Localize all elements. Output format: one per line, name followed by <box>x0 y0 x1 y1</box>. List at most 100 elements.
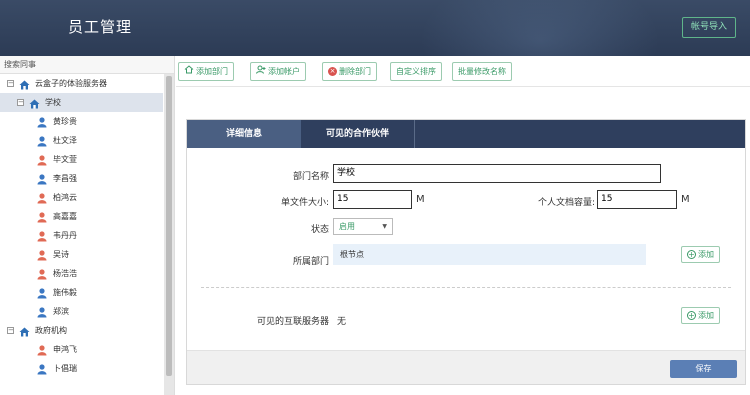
tab-details[interactable]: 详细信息 <box>187 120 301 148</box>
user-icon <box>37 192 47 204</box>
tree-node-person[interactable]: 施伟毅 <box>0 283 163 302</box>
tree-node-person[interactable]: 毕文萱 <box>0 150 163 169</box>
tree-node-label: 郑滨 <box>53 307 69 316</box>
tree-node-label: 李昌强 <box>53 174 77 183</box>
user-icon <box>37 211 47 223</box>
header-decoration <box>420 0 660 56</box>
add-server-button[interactable]: + 添加 <box>681 307 720 324</box>
user-icon <box>37 230 47 242</box>
custom-sort-button[interactable]: 自定义排序 <box>390 62 442 81</box>
colleague-search-field[interactable]: 搜索同事 <box>0 56 174 74</box>
tree-node-label: 毕文萱 <box>53 155 77 164</box>
user-icon <box>37 135 47 147</box>
tree-node-group[interactable]: − 云盒子的体验服务器 <box>0 74 163 93</box>
user-icon <box>37 154 47 166</box>
user-icon <box>37 116 47 128</box>
tree-node-person[interactable]: 黄珍贵 <box>0 112 163 131</box>
tree-node-label: 学校 <box>45 98 61 107</box>
save-button[interactable]: 保存 <box>670 360 737 378</box>
delete-icon: × <box>328 67 337 76</box>
add-account-button[interactable]: 添加帐户 <box>250 62 306 81</box>
tree-node-person[interactable]: 柏鸿云 <box>0 188 163 207</box>
house-icon <box>29 97 40 109</box>
tree-node-person[interactable]: 韦丹丹 <box>0 226 163 245</box>
sidebar: 搜索同事 − 云盒子的体验服务器 − 学校黄珍贵杜文泽毕文萱李昌强柏鸿云高嘉嘉韦丹丹吴… <box>0 56 175 395</box>
chevron-down-icon: ▼ <box>382 223 387 230</box>
page-title: 员工管理 <box>68 18 133 36</box>
tree-node-label: 杜文泽 <box>53 136 77 145</box>
add-account-label: 添加帐户 <box>268 67 300 76</box>
detail-panel: 详细信息 可见的合作伙伴 部门名称 学校 单文件大小: 15 M 个人文档容量:… <box>186 119 746 385</box>
panel-footer: 保存 <box>187 350 745 384</box>
delete-department-button[interactable]: × 删除部门 <box>322 62 377 81</box>
delete-department-label: 删除部门 <box>339 67 371 76</box>
tree-node-person[interactable]: 申鸿飞 <box>0 340 163 359</box>
collapse-toggle-icon[interactable]: − <box>17 99 24 106</box>
tree-node-person[interactable]: 卜倡瑞 <box>0 359 163 378</box>
quota-label: 个人文档容量: <box>537 198 595 208</box>
tree-node-person[interactable]: 高嘉嘉 <box>0 207 163 226</box>
tree-node-person[interactable]: 杨浩浩 <box>0 264 163 283</box>
tree-node-group[interactable]: − 学校 <box>0 93 163 112</box>
tree-node-person[interactable]: 李昌强 <box>0 169 163 188</box>
add-department-label: 添加部门 <box>196 67 228 76</box>
tree-node-label: 高嘉嘉 <box>53 212 77 221</box>
house-icon <box>19 325 30 337</box>
user-icon <box>37 306 47 318</box>
status-label: 状态 <box>310 225 329 235</box>
user-icon <box>37 268 47 280</box>
user-add-icon <box>256 63 266 80</box>
tree-node-label: 政府机构 <box>35 326 67 335</box>
user-icon <box>37 173 47 185</box>
parent-dept-field[interactable]: 根节点 <box>333 244 646 265</box>
collapse-toggle-icon[interactable]: − <box>7 80 14 87</box>
plus-icon: + <box>687 311 696 320</box>
panel-tabs: 详细信息 可见的合作伙伴 <box>187 120 745 148</box>
servers-value: 无 <box>337 317 347 327</box>
user-icon <box>37 287 47 299</box>
org-tree: − 云盒子的体验服务器 − 学校黄珍贵杜文泽毕文萱李昌强柏鸿云高嘉嘉韦丹丹吴诗杨浩浩施… <box>0 74 163 378</box>
file-size-label: 单文件大小: <box>280 198 329 208</box>
collapse-toggle-icon[interactable]: − <box>7 327 14 334</box>
status-value: 启用 <box>339 222 355 231</box>
toolbar-divider <box>176 86 750 87</box>
tree-node-label: 施伟毅 <box>53 288 77 297</box>
tree-node-person[interactable]: 郑滨 <box>0 302 163 321</box>
scroll-thumb[interactable] <box>166 76 172 376</box>
section-divider <box>201 287 731 288</box>
servers-label: 可见的互联服务器 <box>256 317 329 327</box>
tree-node-label: 吴诗 <box>53 250 69 259</box>
user-icon <box>37 344 47 356</box>
quota-input[interactable]: 15 <box>597 190 677 209</box>
tree-node-label: 杨浩浩 <box>53 269 77 278</box>
user-icon <box>37 249 47 261</box>
add-server-label: 添加 <box>698 311 714 320</box>
tree-node-person[interactable]: 杜文泽 <box>0 131 163 150</box>
user-icon <box>37 363 47 375</box>
home-icon <box>184 63 194 80</box>
tab-partners[interactable]: 可见的合作伙伴 <box>301 120 415 148</box>
app-header: 员工管理 帐号导入 <box>0 0 750 56</box>
tree-node-label: 韦丹丹 <box>53 231 77 240</box>
tree-node-label: 柏鸿云 <box>53 193 77 202</box>
file-size-input[interactable]: 15 <box>333 190 412 209</box>
tree-node-person[interactable]: 吴诗 <box>0 245 163 264</box>
sidebar-scrollbar[interactable] <box>164 74 174 395</box>
tree-node-label: 申鸿飞 <box>53 345 77 354</box>
add-department-button[interactable]: 添加部门 <box>178 62 234 81</box>
tree-node-label: 云盒子的体验服务器 <box>35 79 107 88</box>
dept-name-input[interactable]: 学校 <box>333 164 661 183</box>
tree-node-label: 卜倡瑞 <box>53 364 77 373</box>
tree-node-group[interactable]: − 政府机构 <box>0 321 163 340</box>
account-import-button[interactable]: 帐号导入 <box>681 17 736 38</box>
status-select[interactable]: 启用 ▼ <box>333 218 393 235</box>
batch-rename-button[interactable]: 批量修改名称 <box>452 62 512 81</box>
house-icon <box>19 78 30 90</box>
quota-unit: M <box>681 194 690 205</box>
file-size-unit: M <box>416 194 425 205</box>
add-parent-label: 添加 <box>698 250 714 259</box>
parent-dept-label: 所属部门 <box>292 257 329 267</box>
dept-name-label: 部门名称 <box>292 172 329 182</box>
add-parent-button[interactable]: + 添加 <box>681 246 720 263</box>
plus-icon: + <box>687 250 696 259</box>
